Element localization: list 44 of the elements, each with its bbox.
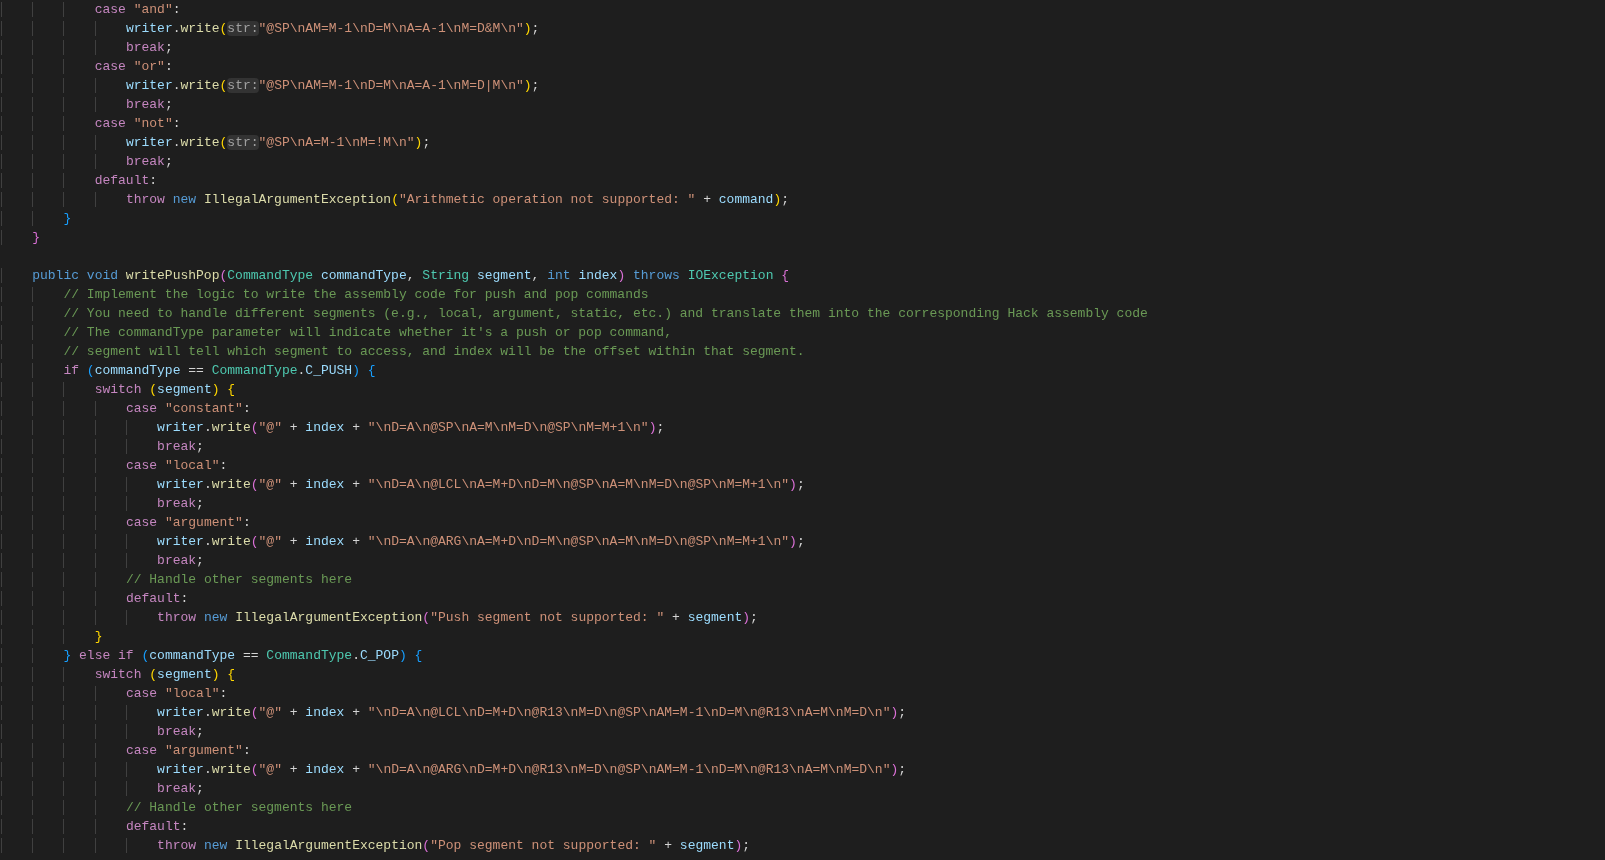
code-line: break;: [1, 494, 1605, 513]
code-line: // Handle other segments here: [1, 798, 1605, 817]
code-line: case "local":: [1, 456, 1605, 475]
code-line: writer.write("@" + index + "\nD=A\n@ARG\nA=M+D\nD=M\n@SP\nA=M\nM=D\n@SP\nM=M+1\n");: [1, 532, 1605, 551]
code-line: switch (segment) {: [1, 665, 1605, 684]
code-line: default:: [1, 171, 1605, 190]
code-line: if (commandType == CommandType.C_PUSH) {: [1, 361, 1605, 380]
code-line: throw new IllegalArgumentException("Push segment not supported: " + segment);: [1, 608, 1605, 627]
code-line: break;: [1, 722, 1605, 741]
code-line: case "not":: [1, 114, 1605, 133]
code-line: break;: [1, 152, 1605, 171]
code-line: break;: [1, 95, 1605, 114]
code-line: writer.write("@" + index + "\nD=A\n@LCL\nA=M+D\nD=M\n@SP\nA=M\nM=D\n@SP\nM=M+1\n");: [1, 475, 1605, 494]
code-line: case "constant":: [1, 399, 1605, 418]
code-line: writer.write(str:"@SP\nA=M-1\nM=!M\n");: [1, 133, 1605, 152]
code-line: writer.write("@" + index + "\nD=A\n@SP\nA=M\nM=D\n@SP\nM=M+1\n");: [1, 418, 1605, 437]
code-line: case "argument":: [1, 513, 1605, 532]
code-line: case "argument":: [1, 741, 1605, 760]
code-line: case "local":: [1, 684, 1605, 703]
code-line: // Handle other segments here: [1, 570, 1605, 589]
code-line: default:: [1, 589, 1605, 608]
code-line: break;: [1, 437, 1605, 456]
code-line: case "and":: [1, 0, 1605, 19]
code-line: writer.write(str:"@SP\nAM=M-1\nD=M\nA=A-1\nM=D&M\n");: [1, 19, 1605, 38]
code-line: }: [1, 627, 1605, 646]
code-line: // The commandType parameter will indicate whether it's a push or pop command,: [1, 323, 1605, 342]
code-line: throw new IllegalArgumentException("Pop segment not supported: " + segment);: [1, 836, 1605, 855]
code-line: // segment will tell which segment to access, and index will be the offset within that segment.: [1, 342, 1605, 361]
code-line: }: [1, 209, 1605, 228]
code-line: switch (segment) {: [1, 380, 1605, 399]
code-line: // You need to handle different segments (e.g., local, argument, static, etc.) and translate them into the corresponding Hack assembly code: [1, 304, 1605, 323]
code-line: public void writePushPop(CommandType commandType, String segment, int index) throws IOException {: [1, 266, 1605, 285]
code-line: }: [1, 228, 1605, 247]
code-line: // Implement the logic to write the assembly code for push and pop commands: [1, 285, 1605, 304]
code-line: writer.write("@" + index + "\nD=A\n@LCL\nD=M+D\n@R13\nM=D\n@SP\nAM=M-1\nD=M\n@R13\nA=M\nM=D\n");: [1, 703, 1605, 722]
code-line: case "or":: [1, 57, 1605, 76]
code-line: break;: [1, 551, 1605, 570]
code-line: default:: [1, 817, 1605, 836]
code-line: throw new IllegalArgumentException("Arithmetic operation not supported: " + command);: [1, 190, 1605, 209]
code-line: writer.write("@" + index + "\nD=A\n@ARG\nD=M+D\n@R13\nM=D\n@SP\nAM=M-1\nD=M\n@R13\nA=M\nM=D\n");: [1, 760, 1605, 779]
code-line: } else if (commandType == CommandType.C_POP) {: [1, 646, 1605, 665]
code-line: writer.write(str:"@SP\nAM=M-1\nD=M\nA=A-1\nM=D|M\n");: [1, 76, 1605, 95]
code-line: break;: [1, 38, 1605, 57]
code-line: break;: [1, 779, 1605, 798]
